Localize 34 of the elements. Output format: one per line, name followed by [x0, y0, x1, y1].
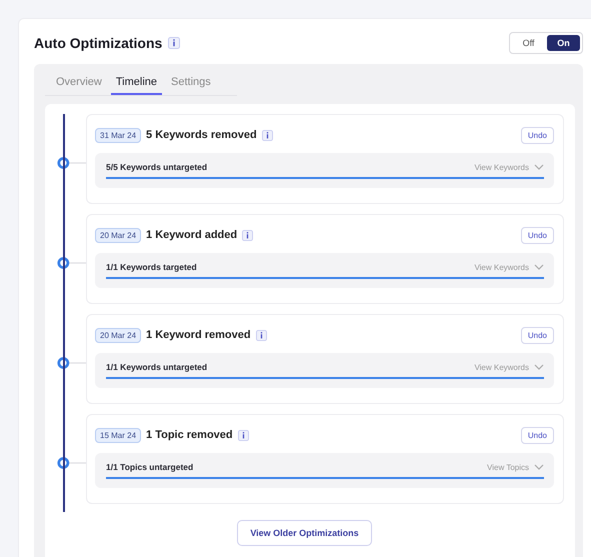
date-badge: 31 Mar 24 — [95, 128, 142, 142]
entry-title: 5 Keywords removed — [146, 129, 257, 141]
summary-text: 5/5 Keywords untargeted — [106, 162, 208, 172]
entry-title: 1 Keyword removed — [146, 329, 251, 341]
info-icon[interactable] — [242, 230, 254, 240]
date-badge: 15 Mar 24 — [95, 428, 142, 442]
info-icon[interactable] — [262, 130, 273, 140]
timeline-node-icon — [57, 256, 86, 270]
chevron-down-icon — [534, 464, 544, 470]
undo-button[interactable]: Undo — [520, 426, 554, 444]
view-older-button[interactable]: View Older Optimizations — [237, 520, 372, 546]
section-title: Auto Optimizations — [34, 35, 162, 51]
entry-title: 1 Keyword added — [146, 229, 238, 241]
undo-button[interactable]: Undo — [520, 226, 554, 244]
timeline-node-icon — [57, 456, 86, 470]
date-badge: 20 Mar 24 — [95, 228, 142, 242]
chevron-down-icon — [534, 364, 544, 370]
summary-text: 1/1 Topics untargeted — [106, 462, 194, 472]
chevron-down-icon — [534, 164, 544, 170]
toggle-option[interactable]: On — [547, 35, 580, 51]
tab[interactable]: Timeline — [110, 72, 162, 95]
timeline-node-icon — [57, 356, 86, 370]
summary-text: 1/1 Keywords untargeted — [106, 362, 208, 372]
info-icon[interactable] — [238, 430, 249, 440]
date-badge: 20 Mar 24 — [95, 328, 142, 342]
toggle-option[interactable]: Off — [512, 35, 545, 51]
entry-title: 1 Topic removed — [146, 429, 233, 441]
info-icon[interactable] — [256, 330, 267, 340]
summary-text: 1/1 Keywords targeted — [106, 262, 197, 272]
undo-button[interactable]: Undo — [520, 326, 554, 344]
chevron-down-icon — [534, 264, 544, 270]
undo-button[interactable]: Undo — [520, 126, 554, 144]
timeline-node-icon — [57, 156, 86, 170]
info-icon[interactable] — [168, 37, 180, 49]
